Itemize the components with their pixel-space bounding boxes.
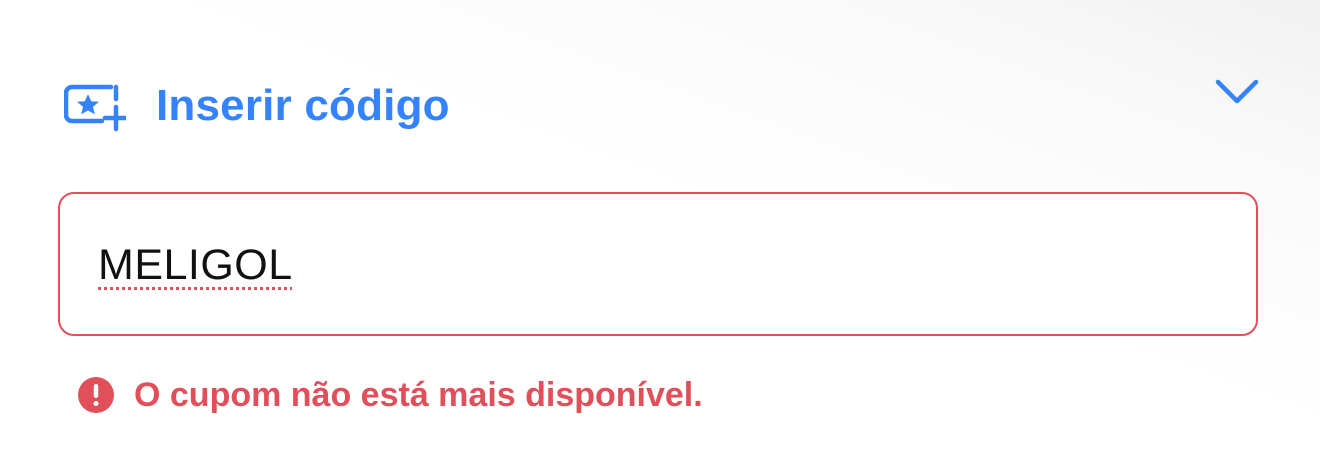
coupon-section-title: Inserir código — [156, 81, 450, 130]
error-exclamation-icon — [78, 377, 114, 413]
coupon-code-toggle[interactable]: Inserir código — [63, 70, 1264, 142]
chevron-down-icon[interactable] — [1214, 76, 1260, 108]
error-message-row: O cupom não está mais disponível. — [78, 373, 703, 417]
coupon-code-input[interactable]: MELIGOL — [58, 192, 1258, 336]
coupon-star-add-icon — [63, 83, 130, 133]
coupon-code-value: MELIGOL — [98, 241, 293, 289]
error-message: O cupom não está mais disponível. — [134, 376, 703, 414]
